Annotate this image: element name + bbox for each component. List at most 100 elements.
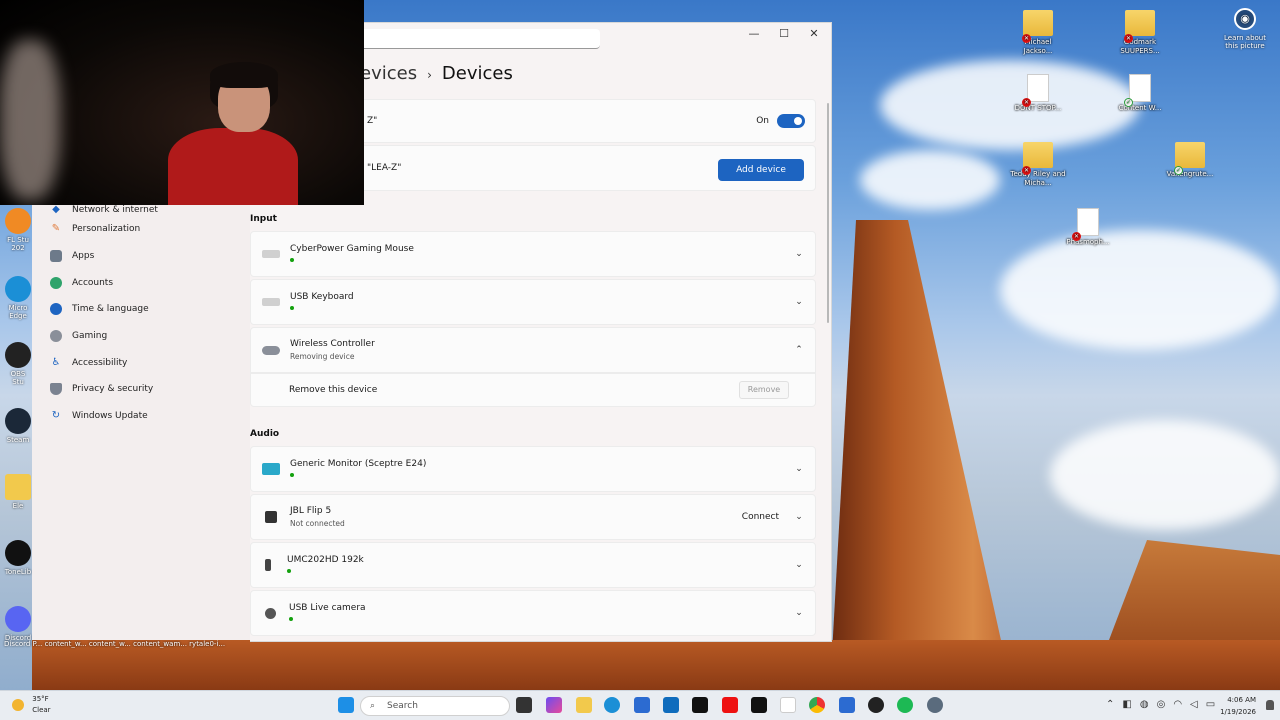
remove-button[interactable]: Remove [739, 381, 789, 399]
sidebar-item-time-language[interactable]: Time & language [32, 296, 250, 323]
sidebar-item-gaming[interactable]: Gaming [32, 323, 250, 350]
sidebar-item-label: Gaming [72, 331, 108, 342]
outlook-icon[interactable] [663, 697, 679, 713]
task-view-icon[interactable] [516, 697, 532, 713]
settings-gear-icon[interactable] [927, 697, 943, 713]
sidebar-item-apps[interactable]: Apps [32, 243, 250, 270]
system-tray[interactable]: ⌃◧◍◎◠◁▭ [1106, 699, 1223, 710]
device-name: USB Live camera [289, 602, 366, 613]
file-icon [1077, 208, 1099, 236]
breadcrumb-parent[interactable]: evices [360, 63, 417, 84]
desktop-shortcut-steam[interactable]: Steam [4, 408, 32, 444]
chevron-down-icon[interactable]: ⌄ [789, 464, 809, 474]
sidebar-item-label: Time & language [72, 304, 149, 315]
settings-search-input[interactable] [360, 29, 600, 49]
minimize-button[interactable]: — [739, 27, 769, 40]
status-connected-icon [287, 568, 291, 573]
tray-app-icon[interactable]: ◎ [1157, 699, 1174, 710]
chrome-icon[interactable] [809, 697, 825, 713]
tray-app-icon[interactable]: ◍ [1140, 699, 1157, 710]
device-row-wireless-controller[interactable]: Wireless Controller Removing device ⌃ [250, 327, 816, 373]
brush-icon: ✎ [51, 223, 61, 235]
weather-temp: 35°F [32, 695, 49, 703]
device-row-jbl[interactable]: JBL Flip 5 Not connected Connect ⌄ [250, 494, 816, 540]
shortcut-label: OBS Stu [10, 370, 26, 386]
desktop-icon-content[interactable]: ✓ Content W... [1112, 74, 1168, 113]
chevron-down-icon[interactable]: ⌄ [789, 512, 809, 522]
notification-bell-icon[interactable] [1266, 700, 1274, 710]
bluetooth-toggle[interactable] [777, 114, 805, 128]
device-row-umc[interactable]: UMC202HD 192k ⌄ [250, 542, 816, 588]
desktop-shortcut-ele[interactable]: Ele [4, 474, 32, 510]
connect-button[interactable]: Connect [742, 512, 779, 522]
remove-device-label: Remove this device [289, 385, 378, 395]
amazon-icon[interactable] [780, 697, 796, 713]
capcut-icon[interactable] [692, 697, 708, 713]
obs-icon [5, 342, 31, 368]
taskbar-search-input[interactable]: ⌕ Search [360, 696, 510, 716]
sidebar-item-accessibility[interactable]: ♿ Accessibility [32, 349, 250, 376]
chevron-down-icon[interactable]: ⌄ [789, 608, 809, 618]
tray-app-icon[interactable]: ◧ [1122, 699, 1139, 710]
globe-icon [50, 303, 62, 316]
device-row-camera[interactable]: USB Live camera ⌄ [250, 590, 816, 636]
app-icon[interactable] [839, 697, 855, 713]
chevron-down-icon[interactable]: ⌄ [789, 297, 809, 307]
maximize-button[interactable]: ☐ [769, 27, 799, 40]
device-row-keyboard[interactable]: USB Keyboard ⌄ [250, 279, 816, 325]
scrollbar[interactable] [827, 103, 829, 323]
synced-badge-icon: ✓ [1124, 98, 1133, 107]
sidebar-item-accounts[interactable]: Accounts [32, 269, 250, 296]
chevron-down-icon[interactable]: ⌄ [789, 249, 809, 259]
device-name: Generic Monitor (Sceptre E24) [290, 458, 427, 469]
close-button[interactable]: ✕ [799, 27, 829, 40]
file-explorer-icon[interactable] [576, 697, 592, 713]
chevron-up-icon[interactable]: ⌃ [1106, 699, 1122, 710]
netflix-icon[interactable] [751, 697, 767, 713]
desktop-icon-michael[interactable]: ✕ Michael Jackso... [1010, 10, 1066, 56]
shield-icon [50, 383, 62, 396]
chevron-up-icon[interactable]: ⌃ [789, 345, 809, 355]
device-row-monitor[interactable]: Generic Monitor (Sceptre E24) ⌄ [250, 446, 816, 492]
folder-icon [5, 474, 31, 500]
shortcut-label: Ele [12, 502, 24, 510]
shortcut-label: Micro Edge [8, 304, 28, 320]
sidebar-item-windows-update[interactable]: ↻ Windows Update [32, 403, 250, 430]
sidebar-item-personalization[interactable]: ✎ Personalization [32, 216, 250, 243]
desktop-icon-dont-stop[interactable]: ✕ DONT STOP... [1010, 74, 1066, 113]
desktop-shortcut-obs[interactable]: OBS Stu [4, 342, 32, 386]
file-icon [1129, 74, 1151, 102]
desktop-icon-teddy[interactable]: ✕ Teddy Riley and Micha... [1010, 142, 1066, 188]
desktop-icon-vaxen[interactable]: ✓ Vaxengrute... [1162, 142, 1218, 179]
search-placeholder: Search [387, 701, 418, 711]
volume-icon[interactable]: ◁ [1190, 699, 1206, 710]
sidebar-item-network[interactable]: ◆ Network & internet [32, 204, 250, 216]
apps-icon [50, 250, 62, 263]
desktop-shortcut-tonelib[interactable]: ToneLib [4, 540, 32, 576]
keyboard-icon [262, 298, 280, 306]
clock[interactable]: 4:06 AM 1/19/2026 [1220, 694, 1256, 718]
breadcrumb: evices › Devices [360, 63, 513, 84]
desktop-icon-phasmo[interactable]: ✕ Phasmoph... [1060, 208, 1116, 247]
desktop-icon-godmark[interactable]: ✕ Godmark SUUPERS... [1112, 10, 1168, 56]
store-icon[interactable] [634, 697, 650, 713]
youtube-icon[interactable] [722, 697, 738, 713]
sidebar-item-privacy-security[interactable]: Privacy & security [32, 376, 250, 403]
add-device-button[interactable]: Add device [718, 159, 804, 181]
desktop-shortcut-discord[interactable]: Discord [4, 606, 32, 642]
start-icon[interactable] [338, 697, 354, 713]
device-row-mouse[interactable]: CyberPower Gaming Mouse ⌄ [250, 231, 816, 277]
chevron-down-icon[interactable]: ⌄ [789, 560, 809, 570]
edge-icon[interactable] [604, 697, 620, 713]
desktop-shortcut-edge[interactable]: Micro Edge [4, 276, 32, 320]
spotify-icon[interactable] [897, 697, 913, 713]
device-name: JBL Flip 5 [290, 506, 332, 516]
weather-widget[interactable]: 35°F Clear [12, 694, 51, 716]
spotlight-button[interactable]: ◉ Learn about this picture [1220, 8, 1270, 50]
obs-icon[interactable] [868, 697, 884, 713]
desktop-shortcut-fl-studio[interactable]: FL Stu 202 [4, 208, 32, 252]
shortcut-label: Steam [6, 436, 30, 444]
copilot-icon[interactable] [546, 697, 562, 713]
clock-date: 1/19/2026 [1220, 708, 1256, 716]
network-icon[interactable]: ◠ [1173, 699, 1190, 710]
